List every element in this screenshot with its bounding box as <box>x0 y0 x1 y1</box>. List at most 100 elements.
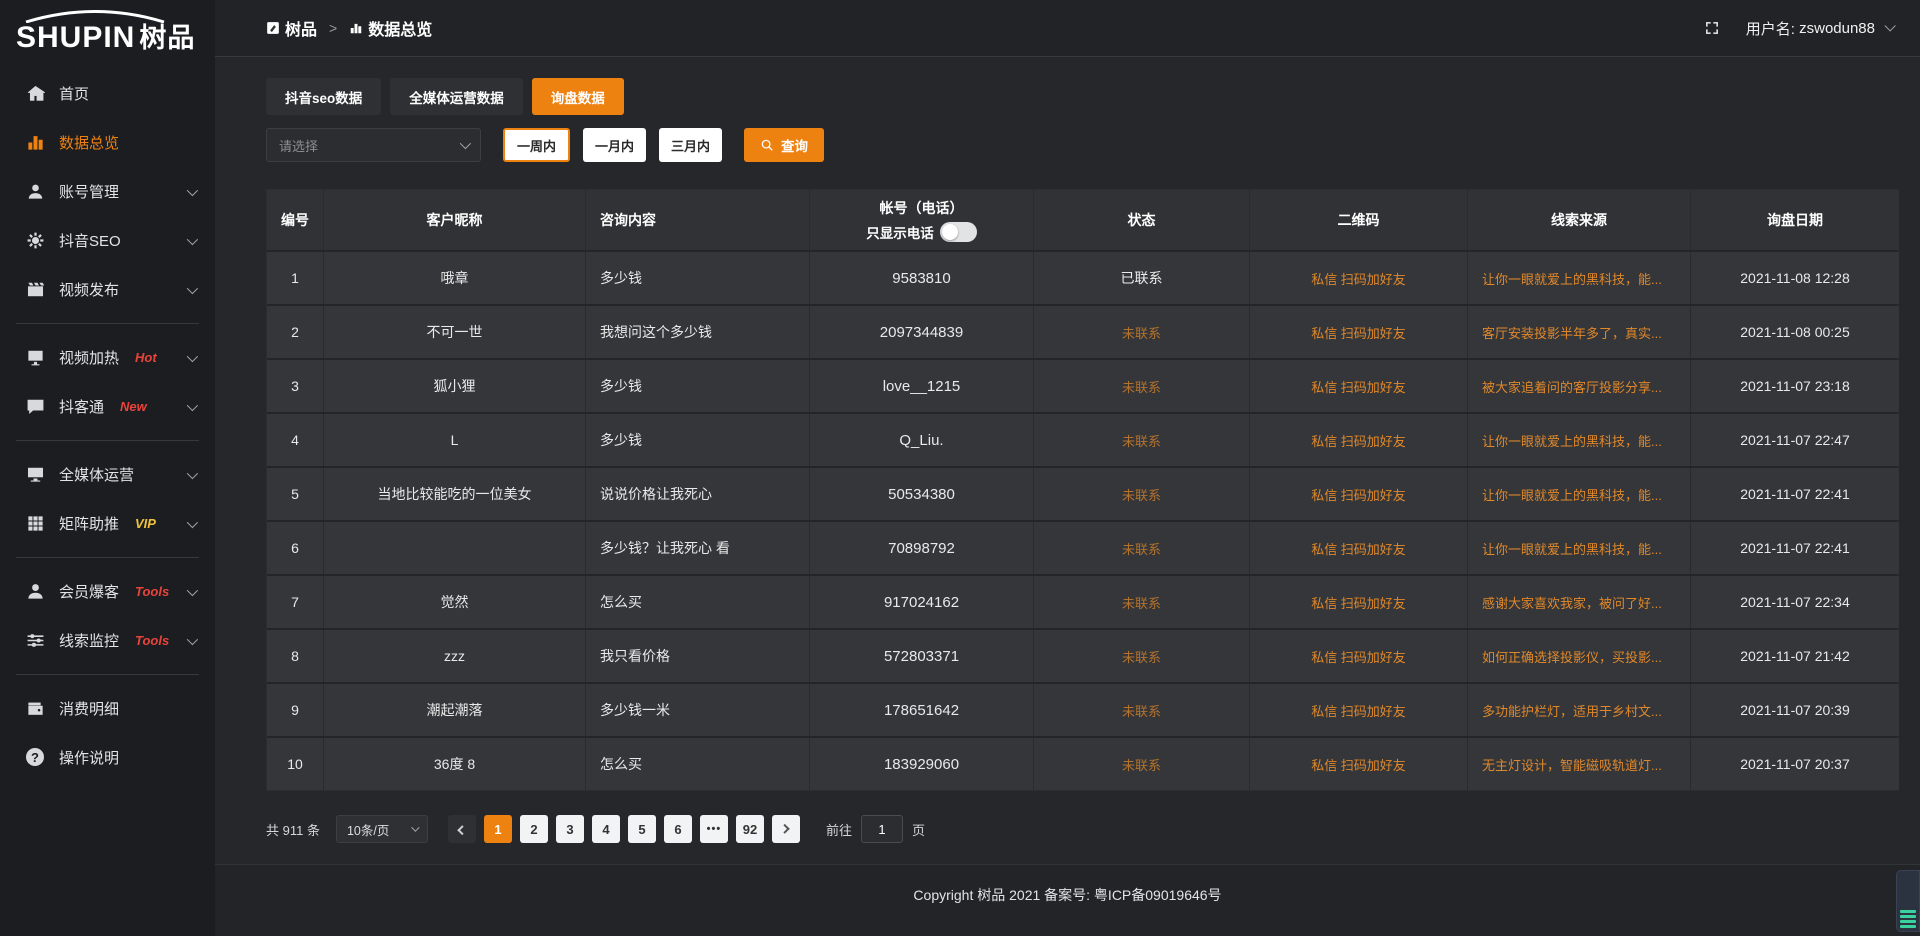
customer-nickname: 潮起潮落 <box>323 684 585 736</box>
search-icon <box>760 138 774 152</box>
phone-only-toggle[interactable] <box>940 222 977 242</box>
qr-link[interactable]: 私信 扫码加好友 <box>1311 377 1406 396</box>
sidebar-item-label: 线索监控 <box>59 630 119 651</box>
tab-1[interactable]: 全媒体运营数据 <box>390 78 523 115</box>
inquiry-content: 多少钱一米 <box>585 684 809 736</box>
source-link[interactable]: 让你一眼就爱上的黑科技，能... <box>1482 539 1662 558</box>
tab-2[interactable]: 询盘数据 <box>532 78 624 115</box>
source-link[interactable]: 感谢大家喜欢我家，被问了好... <box>1482 593 1662 612</box>
topbar: 树品 > 数据总览 用户名: zswodun88 <box>215 0 1920 57</box>
next-page-button[interactable] <box>772 815 800 843</box>
source-link[interactable]: 如何正确选择投影仪，买投影... <box>1482 647 1662 666</box>
sidebar-item-home[interactable]: 首页 <box>0 69 215 118</box>
monitor-icon <box>26 465 45 484</box>
tab-0[interactable]: 抖音seo数据 <box>266 78 381 115</box>
sidebar: SHUPIN树品 首页数据总览账号管理抖音SEO 视频发布视频加热Hot抖客通Ne… <box>0 0 215 936</box>
qr-link[interactable]: 私信 扫码加好友 <box>1311 701 1406 720</box>
account-phone: 2097344839 <box>809 306 1033 358</box>
row-id: 4 <box>267 414 323 466</box>
source-link[interactable]: 客厅安装投影半年多了，真实... <box>1482 323 1662 342</box>
table-row: 3狐小狸多少钱love__1215未联系私信 扫码加好友被大家追着问的客厅投影分… <box>267 358 1897 412</box>
source-link[interactable]: 让你一眼就爱上的黑科技，能... <box>1482 431 1662 450</box>
status-badge: 未联系 <box>1033 630 1249 682</box>
breadcrumb-item-data-overview[interactable]: 数据总览 <box>349 16 432 40</box>
col-header-qrcode: 二维码 <box>1249 190 1467 250</box>
sidebar-item-data-overview[interactable]: 数据总览 <box>0 118 215 167</box>
qr-link[interactable]: 私信 扫码加好友 <box>1311 269 1406 288</box>
goto-page-input[interactable] <box>861 815 903 843</box>
sidebar-item-matrix-boost[interactable]: 矩阵助推VIP <box>0 499 215 548</box>
page-number-group: 123456 ••• 92 <box>476 815 764 843</box>
query-button[interactable]: 查询 <box>744 128 824 162</box>
inquiry-table: 编号 客户昵称 咨询内容 帐号（电话） 只显示电话 状态 二维码 线索来源 询盘… <box>266 189 1898 791</box>
sidebar-item-label: 消费明细 <box>59 698 119 719</box>
account-phone: 50534380 <box>809 468 1033 520</box>
breadcrumb: 树品 > 数据总览 <box>266 16 432 40</box>
source-link[interactable]: 让你一眼就爱上的黑科技，能... <box>1482 485 1662 504</box>
qr-link[interactable]: 私信 扫码加好友 <box>1311 593 1406 612</box>
sidebar-item-help[interactable]: ?操作说明 <box>0 733 215 782</box>
row-id: 5 <box>267 468 323 520</box>
sidebar-item-account-management[interactable]: 账号管理 <box>0 167 215 216</box>
sidebar-item-expense-detail[interactable]: 消费明细 <box>0 684 215 733</box>
sidebar-item-member-baoke[interactable]: 会员爆客Tools <box>0 567 215 616</box>
total-count: 共 911 条 <box>266 820 320 839</box>
source-link[interactable]: 被大家追着问的客厅投影分享... <box>1482 377 1662 396</box>
page-button-5[interactable]: 5 <box>628 815 656 843</box>
user-icon <box>26 182 45 201</box>
qr-link[interactable]: 私信 扫码加好友 <box>1311 647 1406 666</box>
sidebar-item-leads-monitor[interactable]: 线索监控Tools <box>0 616 215 665</box>
sidebar-item-label: 操作说明 <box>59 747 119 768</box>
status-badge: 未联系 <box>1033 738 1249 790</box>
page-size-select[interactable]: 10条/页 <box>336 815 428 843</box>
inquiry-date: 2021-11-07 21:42 <box>1690 630 1899 682</box>
inquiry-content: 多少钱？让我死心 看 <box>585 522 809 574</box>
page-button-92[interactable]: 92 <box>736 815 764 843</box>
inquiry-content: 我只看价格 <box>585 630 809 682</box>
page-button-2[interactable]: 2 <box>520 815 548 843</box>
page-icon <box>266 21 280 35</box>
user-menu[interactable]: 用户名: zswodun88 <box>1746 18 1892 39</box>
qr-link[interactable]: 私信 扫码加好友 <box>1311 539 1406 558</box>
page-ellipsis-button[interactable]: ••• <box>700 815 728 843</box>
qr-link[interactable]: 私信 扫码加好友 <box>1311 431 1406 450</box>
range-button-1[interactable]: 一月内 <box>583 128 646 162</box>
source-link[interactable]: 无主灯设计，智能磁吸轨道灯... <box>1482 755 1662 774</box>
source-link[interactable]: 多功能护栏灯，适用于乡村文... <box>1482 701 1662 720</box>
floating-widget[interactable] <box>1896 870 1920 932</box>
filter-select[interactable]: 请选择 <box>266 128 481 162</box>
source-link[interactable]: 让你一眼就爱上的黑科技，能... <box>1482 269 1662 288</box>
breadcrumb-item-home[interactable]: 树品 <box>266 16 317 40</box>
range-button-2[interactable]: 三月内 <box>659 128 722 162</box>
page-button-3[interactable]: 3 <box>556 815 584 843</box>
account-phone: 70898792 <box>809 522 1033 574</box>
sidebar-item-label: 首页 <box>59 83 89 104</box>
sidebar-item-video-heat[interactable]: 视频加热Hot <box>0 333 215 382</box>
status-badge: 未联系 <box>1033 684 1249 736</box>
sidebar-item-badge: Hot <box>135 350 157 365</box>
table-row: 5当地比较能吃的一位美女说说价格让我死心50534380未联系私信 扫码加好友让… <box>267 466 1897 520</box>
range-button-0[interactable]: 一周内 <box>503 128 570 162</box>
fullscreen-icon[interactable] <box>1704 20 1720 36</box>
page-button-6[interactable]: 6 <box>664 815 692 843</box>
goto-suffix: 页 <box>912 820 925 839</box>
sidebar-item-media-operation[interactable]: 全媒体运营 <box>0 450 215 499</box>
qr-link[interactable]: 私信 扫码加好友 <box>1311 485 1406 504</box>
status-badge: 未联系 <box>1033 360 1249 412</box>
sidebar-item-label: 抖音SEO <box>59 230 121 251</box>
page-button-4[interactable]: 4 <box>592 815 620 843</box>
sidebar-item-douketong[interactable]: 抖客通New <box>0 382 215 431</box>
prev-page-button[interactable] <box>448 815 476 843</box>
sidebar-divider <box>16 674 199 675</box>
logo-brand-en: SHUPIN <box>16 21 135 54</box>
qr-link[interactable]: 私信 扫码加好友 <box>1311 755 1406 774</box>
page-button-1[interactable]: 1 <box>484 815 512 843</box>
table-row: 1哦章多少钱9583810已联系私信 扫码加好友让你一眼就爱上的黑科技，能...… <box>267 250 1897 304</box>
sliders-icon <box>26 631 45 650</box>
qr-link[interactable]: 私信 扫码加好友 <box>1311 323 1406 342</box>
table-row: 4L多少钱Q_Liu.未联系私信 扫码加好友让你一眼就爱上的黑科技，能...20… <box>267 412 1897 466</box>
status-badge: 未联系 <box>1033 306 1249 358</box>
sidebar-item-video-publish[interactable]: 视频发布 <box>0 265 215 314</box>
sidebar-item-douyin-seo[interactable]: 抖音SEO <box>0 216 215 265</box>
logo: SHUPIN树品 <box>0 0 215 57</box>
